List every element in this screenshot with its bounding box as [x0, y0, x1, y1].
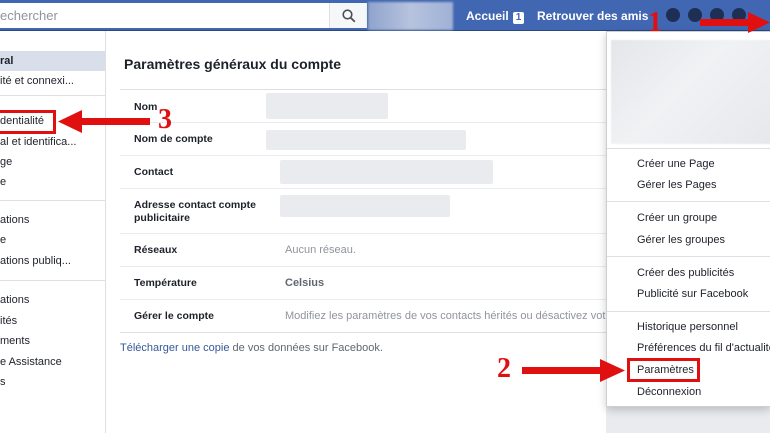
home-link[interactable]: Accueil 1 — [466, 9, 525, 24]
row-label: Réseaux — [134, 244, 178, 256]
row-value: Modifiez les paramètres de vos contacts … — [285, 310, 616, 322]
menu-divider — [607, 256, 770, 257]
settings-row-ad-contact[interactable]: Adresse contact compte publicitaire — [120, 189, 606, 234]
settings-row-manage-account[interactable]: Gérer le compte Modifiez les paramètres … — [120, 300, 615, 333]
sidebar-item-support-inbox[interactable]: e Assistance — [0, 352, 105, 372]
download-data-text: Télécharger une copie de vos données sur… — [120, 342, 383, 354]
menu-item-create-page[interactable]: Créer une Page — [637, 157, 715, 171]
home-label: Accueil — [466, 9, 509, 23]
blurred-value — [280, 160, 493, 184]
settings-row-name[interactable]: Nom — [120, 90, 606, 123]
menu-item-logout[interactable]: Déconnexion — [637, 385, 701, 399]
settings-row-contact[interactable]: Contact — [120, 156, 606, 189]
sidebar-divider — [0, 280, 105, 281]
sidebar-item-timeline[interactable]: al et identifica... — [0, 132, 105, 152]
page-title: Paramètres généraux du compte — [124, 56, 342, 72]
row-value: Aucun réseau. — [285, 244, 356, 256]
settings-row-temperature[interactable]: Température Celsius — [120, 267, 606, 300]
notifications-icon[interactable] — [710, 8, 724, 22]
sidebar-item-blocking[interactable]: ge — [0, 152, 105, 172]
sidebar-item-videos[interactable]: s — [0, 372, 105, 392]
row-label: Adresse contact compte publicitaire — [134, 199, 256, 224]
sidebar-item-public-posts[interactable]: ations publiq... — [0, 251, 105, 271]
menu-item-create-group[interactable]: Créer un groupe — [637, 211, 717, 225]
settings-row-username[interactable]: Nom de compte — [120, 123, 606, 156]
row-label: Nom de compte — [134, 133, 213, 145]
messages-icon[interactable] — [688, 8, 702, 22]
step-3-label: 3 — [158, 104, 172, 135]
settings-row-networks[interactable]: Réseaux Aucun réseau. — [120, 234, 606, 267]
sidebar-item-notifications[interactable]: ations — [0, 210, 105, 230]
search-icon — [341, 8, 355, 22]
account-dropdown-menu: Créer une Page Gérer les Pages Créer un … — [606, 31, 770, 407]
step-1-label: 1 — [648, 7, 662, 38]
row-label: Gérer le compte — [134, 310, 214, 322]
download-rest-text: de vos données sur Facebook. — [229, 342, 383, 354]
privacy-highlight-box — [0, 110, 56, 134]
sidebar-divider — [0, 95, 105, 96]
sidebar-item-mobile[interactable]: e — [0, 230, 105, 250]
menu-item-advertise[interactable]: Publicité sur Facebook — [637, 287, 748, 301]
menu-divider — [607, 148, 770, 149]
row-label: Nom — [134, 101, 158, 113]
profile-avatar[interactable] — [368, 2, 453, 30]
sidebar-item-security[interactable]: ité et connexi... — [0, 71, 105, 91]
general-settings-panel: Paramètres généraux du compte Nom Nom de… — [106, 31, 615, 433]
settings-sidebar: ral ité et connexi... dentialité al et i… — [0, 31, 106, 433]
settings-highlight-box — [627, 358, 700, 382]
blurred-value — [266, 130, 466, 150]
row-label: Température — [134, 277, 197, 289]
menu-item-news-feed-preferences[interactable]: Préférences du fil d'actualité — [637, 341, 770, 355]
search-box — [0, 3, 367, 28]
menu-divider — [607, 311, 770, 312]
search-input[interactable] — [0, 3, 328, 28]
download-copy-link[interactable]: Télécharger une copie — [120, 342, 229, 354]
sidebar-item-general[interactable]: ral — [0, 51, 105, 71]
step-2-label: 2 — [497, 353, 511, 384]
quick-help-icon[interactable] — [732, 8, 746, 22]
menu-item-create-ads[interactable]: Créer des publicités — [637, 266, 734, 280]
menu-item-manage-pages[interactable]: Gérer les Pages — [637, 178, 716, 192]
row-label: Contact — [134, 166, 174, 178]
sidebar-item-language[interactable]: e — [0, 172, 105, 192]
row-value: Celsius — [285, 277, 325, 289]
sidebar-item-ads[interactable]: ités — [0, 311, 105, 331]
menu-divider — [607, 201, 770, 202]
sidebar-divider — [0, 200, 105, 201]
sidebar-item-payments[interactable]: ments — [0, 331, 105, 351]
sidebar-item-applications[interactable]: ations — [0, 290, 105, 310]
blurred-value — [280, 195, 450, 217]
friend-requests-icon[interactable] — [666, 8, 680, 22]
blurred-value — [266, 93, 388, 119]
profile-preview[interactable] — [611, 40, 770, 144]
home-badge: 1 — [512, 12, 525, 24]
menu-item-activity-log[interactable]: Historique personnel — [637, 320, 738, 334]
menu-item-manage-groups[interactable]: Gérer les groupes — [637, 233, 725, 247]
search-button[interactable] — [329, 3, 367, 28]
find-friends-link[interactable]: Retrouver des amis — [537, 9, 648, 23]
